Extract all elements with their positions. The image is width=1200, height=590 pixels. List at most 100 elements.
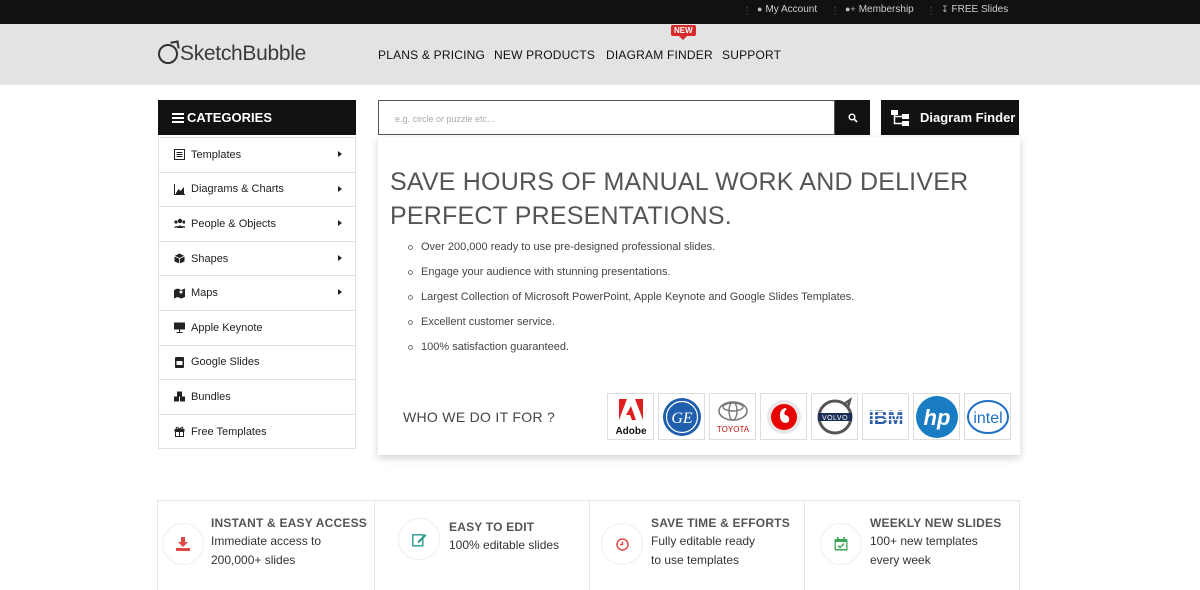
list-item: 100% satisfaction guaranteed. — [408, 341, 854, 366]
ge-logo: GE — [658, 393, 705, 440]
chart-icon — [174, 183, 185, 195]
list-item-text: 100% satisfaction guaranteed. — [421, 341, 569, 353]
category-label: Maps — [191, 287, 218, 300]
hamburger-icon — [172, 112, 184, 123]
membership-label: Membership — [858, 4, 914, 15]
map-icon — [174, 288, 185, 299]
categories-list: Templates Diagrams & Charts People & Obj… — [158, 137, 356, 450]
slides-icon — [174, 356, 185, 368]
category-label: Apple Keynote — [191, 321, 263, 334]
feature-line: 200,000+ slides — [211, 553, 296, 567]
adobe-logo: Adobe — [607, 393, 654, 440]
category-templates[interactable]: Templates — [159, 137, 355, 172]
site-header: SketchBubble PLANS & PRICING NEW PRODUCT… — [0, 24, 1200, 85]
edit-icon — [398, 518, 440, 560]
ibm-logo: IBM — [862, 393, 909, 440]
hp-wordmark: hp — [923, 405, 950, 430]
diagram-finder-button[interactable]: Diagram Finder — [881, 100, 1019, 135]
hero-title: SAVE HOURS OF MANUAL WORK AND DELIVER PE… — [390, 168, 969, 230]
feature-line: to use templates — [651, 553, 740, 567]
category-people-objects[interactable]: People & Objects — [159, 206, 355, 241]
download-icon: ↧ — [941, 4, 949, 14]
category-maps[interactable]: Maps — [159, 275, 355, 310]
bullet-icon — [408, 320, 413, 325]
list-item: Excellent customer service. — [408, 316, 854, 341]
toyota-logo: TOYOTA — [709, 393, 756, 440]
category-shapes[interactable]: Shapes — [159, 240, 355, 276]
chevron-right-icon — [338, 289, 342, 296]
nav-new-products[interactable]: NEW PRODUCTS — [494, 48, 595, 62]
category-label: Shapes — [191, 252, 229, 265]
category-label: Google Slides — [191, 356, 260, 369]
user-plus-icon: ●+ — [845, 4, 856, 14]
categories-header[interactable]: CATEGORIES — [158, 100, 356, 135]
nav-plans-pricing[interactable]: PLANS & PRICING — [378, 48, 485, 62]
category-bundles[interactable]: Bundles — [159, 379, 355, 414]
diagram-finder-label: Diagram Finder — [920, 110, 1016, 125]
keynote-icon — [174, 322, 185, 334]
feature-line: 100% editable slides — [449, 538, 560, 552]
gift-icon — [174, 426, 185, 438]
cube-icon — [174, 253, 185, 264]
feature-title: WEEKLY NEW SLIDES — [870, 516, 1002, 530]
free-slides-link[interactable]: ↧ FREE Slides — [941, 4, 1008, 15]
category-label: Bundles — [191, 390, 231, 403]
nav-diagram-finder[interactable]: DIAGRAM FINDER — [606, 48, 713, 62]
toyota-wordmark: TOYOTA — [716, 425, 749, 434]
bullet-icon — [408, 295, 413, 300]
feature-text: Fully editable ready to use templates — [651, 532, 755, 570]
volvo-logo: VOLVO — [811, 393, 858, 440]
divider — [804, 501, 805, 590]
category-label: Free Templates — [191, 425, 267, 438]
site-logo[interactable]: SketchBubble — [158, 38, 306, 70]
category-free-templates[interactable]: Free Templates — [159, 413, 355, 449]
list-item-text: Excellent customer service. — [421, 316, 555, 328]
divider: ⋮ — [926, 6, 936, 17]
category-label: People & Objects — [191, 217, 276, 230]
category-google-slides[interactable]: Google Slides — [159, 344, 355, 380]
features-strip: INSTANT & EASY ACCESS Immediate access t… — [157, 500, 1020, 590]
logo-text: SketchBubble — [180, 42, 306, 65]
adobe-wordmark: Adobe — [615, 426, 647, 437]
my-account-label: My Account — [765, 4, 818, 15]
ge-wordmark: GE — [671, 410, 693, 427]
membership-link[interactable]: ●+ Membership — [845, 4, 914, 15]
download-icon — [162, 523, 204, 565]
list-item: Engage your audience with stunning prese… — [408, 266, 854, 291]
feature-line: every week — [870, 553, 931, 567]
feature-text: Immediate access to 200,000+ slides — [211, 532, 321, 570]
search-button[interactable] — [835, 100, 870, 135]
chevron-right-icon — [338, 151, 342, 157]
free-slides-label: FREE Slides — [951, 4, 1009, 15]
feature-text: 100+ new templates every week — [870, 532, 978, 570]
bullet-icon — [408, 345, 413, 350]
search-icon — [847, 112, 858, 123]
calendar-icon — [820, 523, 862, 565]
benefits-list: Over 200,000 ready to use pre-designed p… — [408, 241, 854, 366]
my-account-link[interactable]: ● My Account — [757, 4, 817, 15]
search-placeholder: e.g. circle or puzzle etc... — [395, 114, 495, 124]
templates-icon — [174, 149, 185, 161]
chevron-right-icon — [338, 220, 342, 227]
list-item: Over 200,000 ready to use pre-designed p… — [408, 241, 854, 266]
list-item-text: Over 200,000 ready to use pre-designed p… — [421, 241, 716, 253]
feature-line: 100+ new templates — [870, 534, 978, 548]
category-diagrams-charts[interactable]: Diagrams & Charts — [159, 171, 355, 207]
who-we-do-it-for-label: WHO WE DO IT FOR ? — [403, 409, 556, 425]
divider — [589, 501, 590, 590]
hp-logo: hp — [913, 393, 960, 440]
intel-wordmark: intel — [973, 410, 1002, 427]
user-icon: ● — [757, 4, 763, 14]
feature-title: SAVE TIME & EFFORTS — [651, 516, 790, 530]
people-icon — [174, 218, 185, 229]
search-input[interactable]: e.g. circle or puzzle etc... — [378, 100, 835, 135]
divider: ⋮ — [742, 6, 752, 17]
category-label: Templates — [191, 148, 242, 161]
nav-support[interactable]: SUPPORT — [722, 48, 781, 62]
vodafone-logo — [760, 393, 807, 440]
category-label: Diagrams & Charts — [191, 183, 284, 196]
intel-logo: intel — [964, 393, 1011, 440]
feature-line: Fully editable ready — [651, 534, 756, 548]
category-apple-keynote[interactable]: Apple Keynote — [159, 309, 355, 345]
feature-title: INSTANT & EASY ACCESS — [211, 516, 367, 530]
